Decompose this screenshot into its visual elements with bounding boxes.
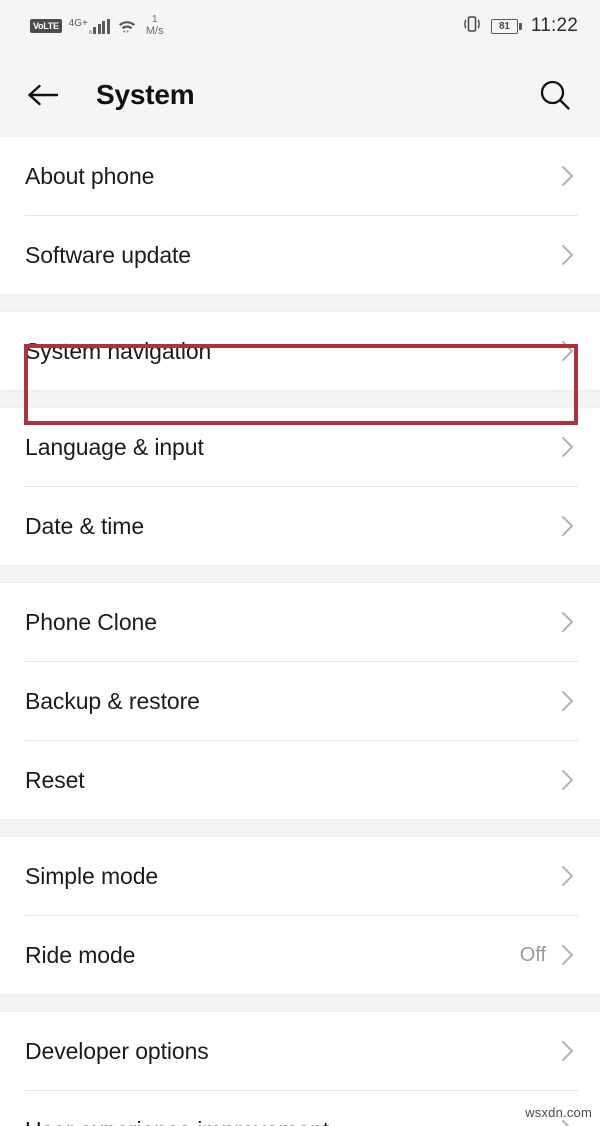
list-item-system-navigation[interactable]: System navigation xyxy=(0,312,600,390)
phone-screen: VoLTE 4G+ 1 M/s 81 11:22 System About ph… xyxy=(0,0,600,1126)
settings-section: System navigation xyxy=(0,312,600,390)
settings-section: About phone Software update xyxy=(0,137,600,294)
chevron-right-icon xyxy=(556,436,578,458)
signal-bars-icon xyxy=(88,18,110,34)
network-speed-indicator: 1 M/s xyxy=(146,15,164,37)
list-item-label: Phone Clone xyxy=(25,608,157,635)
list-item-phone-clone[interactable]: Phone Clone xyxy=(0,583,600,661)
back-button[interactable] xyxy=(26,74,68,116)
chevron-right-icon xyxy=(556,1040,578,1062)
page-title: System xyxy=(96,78,195,110)
section-gap xyxy=(0,994,600,1012)
list-item-label: Language & input xyxy=(25,433,204,460)
back-arrow-icon xyxy=(28,84,59,105)
settings-section: Phone Clone Backup & restore Reset xyxy=(0,583,600,819)
list-item-label: Backup & restore xyxy=(25,687,200,714)
list-item-date-time[interactable]: Date & time xyxy=(0,487,600,565)
network-type-label: 4G+ xyxy=(68,17,88,29)
search-button[interactable] xyxy=(534,74,576,116)
settings-section: Language & input Date & time xyxy=(0,408,600,565)
list-item-backup-restore[interactable]: Backup & restore xyxy=(0,662,600,740)
list-item-label: Developer options xyxy=(25,1037,209,1064)
section-gap xyxy=(0,294,600,312)
chevron-right-icon xyxy=(556,690,578,712)
wifi-icon xyxy=(117,18,137,34)
vibrate-icon xyxy=(462,15,482,38)
list-item-label: Reset xyxy=(25,766,85,793)
list-item-user-experience-improvement[interactable]: User experience improvement xyxy=(0,1091,600,1126)
battery-percent-label: 81 xyxy=(490,18,518,34)
list-item-software-update[interactable]: Software update xyxy=(0,216,600,294)
chevron-right-icon xyxy=(556,944,578,966)
app-bar: System xyxy=(0,52,600,137)
status-bar-right: 81 11:22 xyxy=(462,15,578,38)
status-bar: VoLTE 4G+ 1 M/s 81 11:22 xyxy=(0,0,600,52)
chevron-right-icon xyxy=(556,244,578,266)
section-gap xyxy=(0,565,600,583)
list-item-reset[interactable]: Reset xyxy=(0,741,600,819)
chevron-right-icon xyxy=(556,340,578,362)
battery-icon: 81 xyxy=(490,18,522,34)
settings-section: Developer options User experience improv… xyxy=(0,1012,600,1126)
chevron-right-icon xyxy=(556,865,578,887)
clock-label: 11:22 xyxy=(530,15,578,36)
list-item-about-phone[interactable]: About phone xyxy=(0,137,600,215)
list-item-label: Software update xyxy=(25,241,192,268)
network-speed-value: 1 xyxy=(151,14,158,25)
list-item-value: Off xyxy=(519,943,546,966)
list-item-language-input[interactable]: Language & input xyxy=(0,408,600,486)
list-item-label: Simple mode xyxy=(25,862,159,889)
battery-cap-icon xyxy=(519,22,522,30)
list-item-ride-mode[interactable]: Ride mode Off xyxy=(0,916,600,994)
chevron-right-icon xyxy=(556,165,578,187)
settings-list[interactable]: About phone Software update System navig… xyxy=(0,137,600,1126)
section-gap xyxy=(0,819,600,837)
list-item-label: System navigation xyxy=(25,337,212,364)
list-item-label: Ride mode xyxy=(25,941,136,968)
status-bar-left: VoLTE 4G+ 1 M/s xyxy=(30,15,164,37)
list-item-label: About phone xyxy=(25,162,155,189)
list-item-label: User experience improvement xyxy=(25,1117,329,1126)
section-gap xyxy=(0,390,600,408)
cellular-signal-icon: 4G+ xyxy=(68,17,110,34)
list-item-developer-options[interactable]: Developer options xyxy=(0,1012,600,1090)
settings-section: Simple mode Ride mode Off xyxy=(0,837,600,994)
watermark-label: wsxdn.com xyxy=(525,1105,592,1120)
chevron-right-icon xyxy=(556,769,578,791)
chevron-right-icon xyxy=(556,1119,578,1126)
chevron-right-icon xyxy=(556,611,578,633)
chevron-right-icon xyxy=(556,515,578,537)
list-item-simple-mode[interactable]: Simple mode xyxy=(0,837,600,915)
network-speed-unit: M/s xyxy=(145,25,164,37)
search-icon xyxy=(540,80,570,110)
list-item-label: Date & time xyxy=(25,512,145,539)
volte-icon: VoLTE xyxy=(30,19,62,33)
